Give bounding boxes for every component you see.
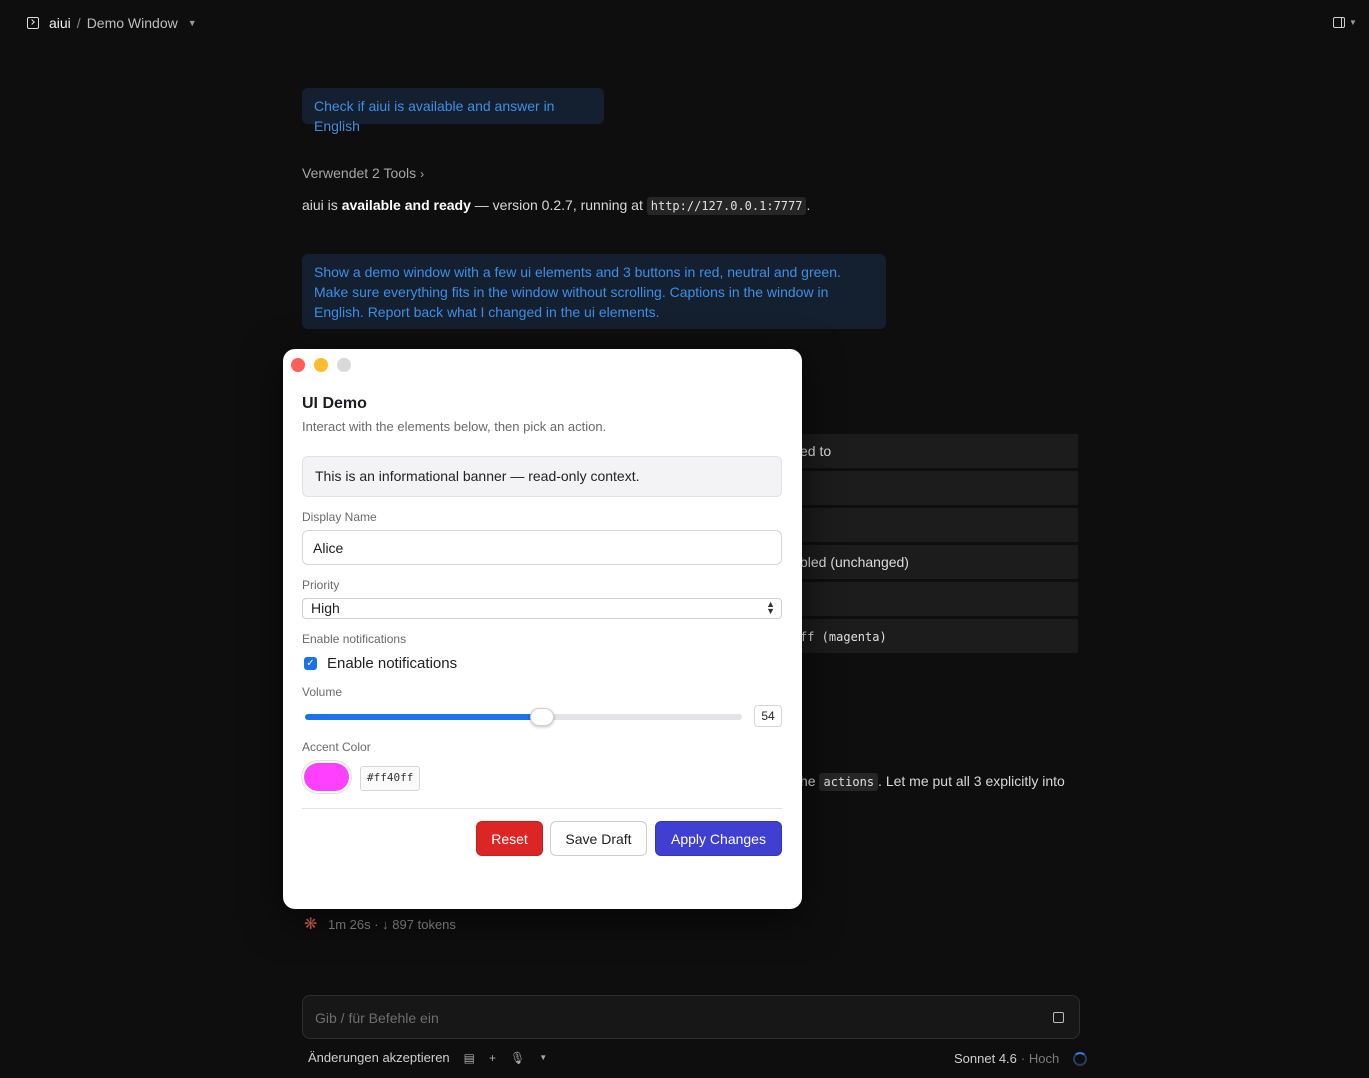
table-cell-code: ff (magenta) [800, 630, 887, 644]
reset-button[interactable]: Reset [476, 821, 543, 856]
user-message: Show a demo window with a few ui element… [302, 254, 886, 329]
sidebar-panel-icon [1333, 17, 1345, 28]
priority-select[interactable]: High ▲ ▼ [302, 598, 782, 619]
display-name-input[interactable] [302, 530, 782, 565]
window-title: UI Demo [302, 395, 367, 412]
table-row: bled (unchanged) [792, 545, 1078, 579]
notifications-checkbox-label: Enable notifications [327, 655, 458, 672]
volume-slider-fill [305, 714, 541, 720]
table-row: ed to [792, 434, 1078, 468]
notifications-label: Enable notifications [302, 632, 407, 646]
answer-url: http://127.0.0.1:7777 [646, 197, 807, 215]
apply-changes-button[interactable]: Apply Changes [655, 821, 782, 856]
accent-color-hex[interactable]: #ff40ff [360, 766, 421, 791]
volume-slider-thumb[interactable] [529, 708, 554, 726]
breadcrumb-app[interactable]: aiui [49, 15, 71, 31]
breadcrumb-window[interactable]: Demo Window [87, 15, 178, 31]
answer-text: — version 0.2.7, running at [470, 197, 647, 213]
loading-spinner-icon [1073, 1051, 1088, 1066]
terminal-icon [27, 17, 39, 29]
change-table: ed to bled (unchanged) ff (magenta) [792, 434, 1078, 656]
divider [302, 808, 782, 809]
spark-icon: ❋ [304, 916, 318, 933]
trailing-text: . Let me put all 3 explicitly into [878, 773, 1065, 789]
accent-color-swatch[interactable] [304, 763, 349, 791]
panel-toggle-button[interactable]: ▼ [1333, 17, 1357, 28]
breadcrumb[interactable]: aiui / Demo Window ▼ [27, 15, 197, 31]
answer-text: . [806, 197, 811, 213]
composer-toolbar: Änderungen akzeptieren ▤ + 🎙︎ ▼ [308, 1050, 547, 1065]
model-effort: · Hoch [1020, 1051, 1060, 1066]
save-draft-button[interactable]: Save Draft [550, 821, 647, 856]
chevron-down-icon: ▼ [1349, 18, 1357, 27]
priority-label: Priority [302, 578, 340, 592]
model-name: Sonnet 4.6 [954, 1051, 1017, 1066]
title-bar: aiui / Demo Window ▼ ▼ [0, 0, 1369, 48]
breadcrumb-separator: / [76, 15, 81, 31]
table-row [792, 471, 1078, 505]
generation-status: ❋ 1m 26s · ↓ 897 tokens [304, 914, 456, 934]
plus-icon[interactable]: + [489, 1051, 496, 1065]
table-row [792, 508, 1078, 542]
window-controls [291, 358, 351, 372]
chevron-down-icon[interactable]: ▼ [539, 1053, 547, 1062]
demo-window: UI Demo Interact with the elements below… [283, 349, 802, 909]
zoom-icon[interactable] [337, 358, 351, 372]
tools-label: Verwendet 2 Tools [302, 165, 417, 181]
volume-value: 54 [754, 705, 782, 727]
prompt-input[interactable] [313, 1006, 1017, 1030]
status-text: 1m 26s · ↓ 897 tokens [328, 916, 456, 932]
user-message: Check if aiui is available and answer in… [302, 88, 604, 134]
volume-label: Volume [302, 685, 343, 699]
assistant-answer: aiui is available and ready — version 0.… [302, 196, 810, 215]
accent-color-label: Accent Color [302, 740, 371, 754]
updown-chevron-icon: ▲ ▼ [766, 599, 775, 616]
info-banner: This is an informational banner — read-o… [302, 456, 782, 497]
volume-slider[interactable] [305, 708, 742, 726]
display-name-label: Display Name [302, 510, 377, 524]
answer-text: aiui is [302, 197, 342, 213]
checkbox-checked-icon[interactable]: ✓ [304, 657, 317, 670]
window-subtitle: Interact with the elements below, then p… [302, 419, 607, 434]
priority-value: High [311, 600, 340, 616]
model-selector[interactable]: Sonnet 4.6 · Hoch [954, 1051, 1088, 1066]
assistant-trailing-text: he actions. Let me put all 3 explicitly … [800, 772, 1065, 791]
notifications-toggle[interactable]: ✓ Enable notifications [304, 655, 457, 672]
table-row: ff (magenta) [792, 619, 1078, 653]
accept-changes-button[interactable]: Änderungen akzeptieren [308, 1050, 450, 1065]
trailing-code: actions [819, 773, 879, 791]
microphone-icon[interactable]: 🎙︎ [510, 1051, 525, 1065]
chevron-right-icon: › [420, 167, 425, 181]
trailing-text: he [800, 773, 820, 789]
chevron-down-icon[interactable]: ▼ [188, 18, 197, 28]
stop-icon[interactable] [1053, 1012, 1064, 1023]
composer [302, 995, 1080, 1039]
tools-disclosure[interactable]: Verwendet 2 Tools › [302, 165, 424, 181]
close-icon[interactable] [291, 358, 305, 372]
table-row [792, 582, 1078, 616]
answer-bold: available and ready [341, 197, 471, 213]
minimize-icon[interactable] [314, 358, 328, 372]
document-icon[interactable]: ▤ [464, 1051, 475, 1065]
